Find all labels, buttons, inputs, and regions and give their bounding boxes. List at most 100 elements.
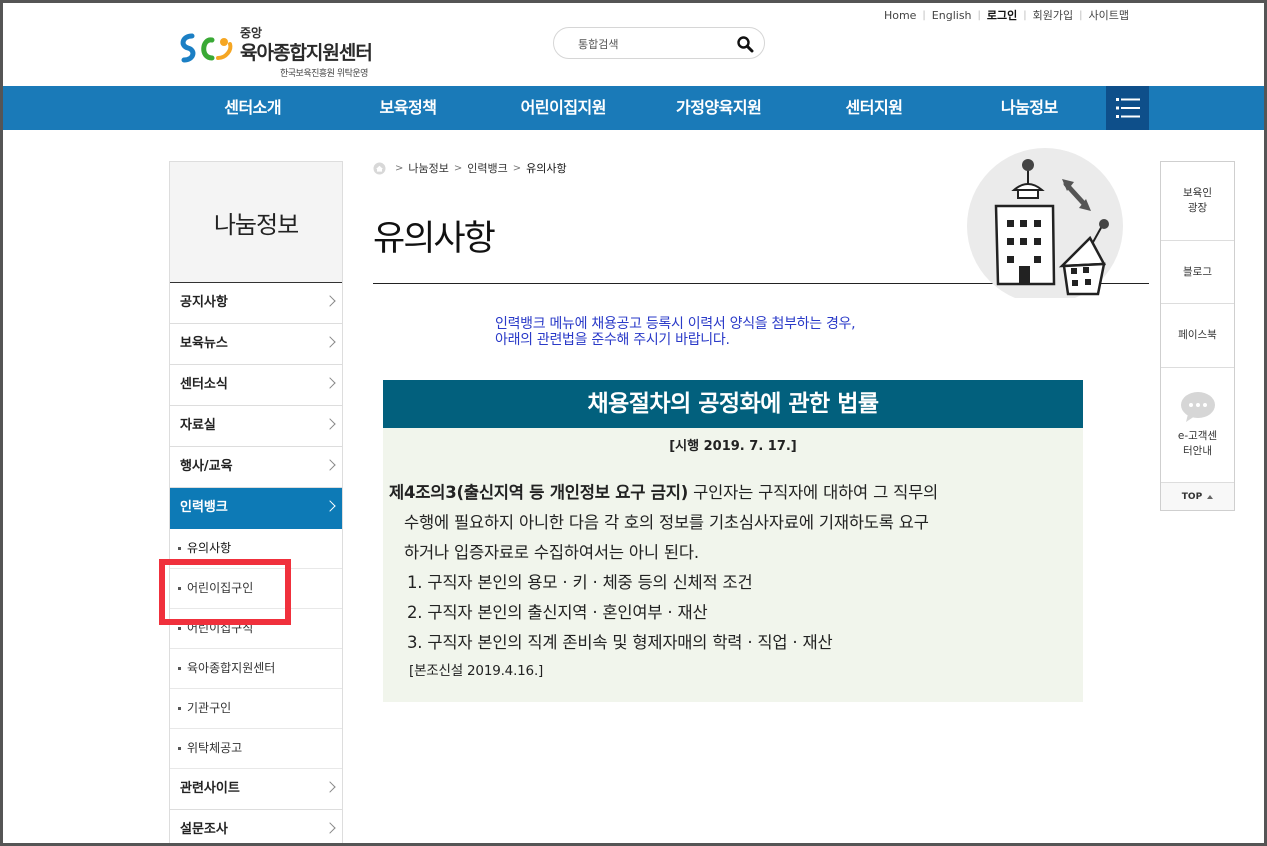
all-menu-button[interactable]	[1106, 86, 1149, 130]
lnb-sub-support-center[interactable]: 육아종합지원센터	[170, 649, 342, 689]
gnb-item-sharing-info[interactable]: 나눔정보	[952, 86, 1107, 130]
chevron-right-icon	[324, 336, 336, 348]
lnb-sub-label: 유의사항	[187, 541, 232, 555]
gnb-item-center-support[interactable]: 센터지원	[796, 86, 951, 130]
law-title: 채용절차의 공정화에 관한 법률	[383, 380, 1083, 428]
logo-sub-text: 한국보육진흥원 위탁운영	[280, 69, 368, 79]
intro-notice: 인력뱅크 메뉴에 채용공고 등록시 이력서 양식을 첨부하는 경우, 아래의 관…	[495, 316, 856, 348]
lnb-item-label: 행사/교육	[180, 459, 233, 474]
quick-childcare-plaza[interactable]: 보육인 광장	[1161, 162, 1234, 241]
breadcrumb-current: 유의사항	[526, 162, 567, 175]
gnb-item-childcare-policy[interactable]: 보육정책	[330, 86, 485, 130]
lnb-sub-consignment-notice[interactable]: 위탁체공고	[170, 729, 342, 769]
search-input[interactable]	[578, 35, 728, 53]
lnb-sub-label: 기관구인	[187, 701, 232, 715]
top-button[interactable]: TOP	[1161, 483, 1234, 510]
lnb-item-label: 자료실	[180, 418, 216, 433]
article-heading: 제4조의3(출신지역 등 개인정보 요구 금지)	[389, 483, 689, 502]
breadcrumb-separator: >	[453, 162, 463, 174]
home-icon[interactable]	[373, 162, 386, 175]
gnb-item-center-intro[interactable]: 센터소개	[175, 86, 330, 130]
quick-label: 블로그	[1183, 265, 1212, 278]
sitemap-link[interactable]: 사이트맵	[1083, 7, 1135, 23]
main-navigation: 센터소개 보육정책 어린이집지원 가정양육지원 센터지원 나눔정보	[3, 86, 1264, 130]
quick-customer-center[interactable]: e-고객센 터안내	[1161, 368, 1234, 483]
buildings-illustration-icon	[967, 148, 1123, 298]
breadcrumb-separator: >	[395, 162, 404, 174]
top-label: TOP	[1181, 491, 1203, 502]
utility-links: Home | English | 로그인 | 회원가입 | 사이트맵	[878, 7, 1135, 23]
logo-mark-icon	[180, 33, 233, 63]
chevron-right-icon	[324, 822, 336, 834]
quick-blog[interactable]: 블로그	[1161, 241, 1234, 304]
lnb-item-label: 보육뉴스	[180, 336, 228, 351]
bullet-icon	[178, 547, 181, 550]
lnb-sub-label: 육아종합지원센터	[187, 661, 276, 675]
search-box	[553, 27, 765, 59]
lnb-item-label: 관련사이트	[180, 781, 240, 796]
lnb-item-label: 센터소식	[180, 377, 228, 392]
article-first-line: 제4조의3(출신지역 등 개인정보 요구 금지) 구인자는 구직자에 대하여 그…	[389, 478, 1079, 508]
chevron-right-icon	[324, 459, 336, 471]
chevron-right-icon	[324, 377, 336, 389]
english-link[interactable]: English	[926, 9, 978, 22]
law-article: 제4조의3(출신지역 등 개인정보 요구 금지) 구인자는 구직자에 대하여 그…	[389, 478, 1079, 684]
breadcrumb-separator: >	[512, 162, 522, 174]
lnb-item-related-sites[interactable]: 관련사이트	[170, 769, 342, 810]
home-link[interactable]: Home	[878, 9, 922, 22]
highlight-box	[159, 559, 291, 625]
chevron-right-icon	[324, 500, 336, 512]
article-list-item: 1. 구직자 본인의 용모 · 키 · 체중 등의 신체적 조건	[407, 573, 753, 592]
lnb-item-label: 공지사항	[180, 295, 228, 310]
left-navigation: 나눔정보 공지사항 보육뉴스 센터소식 자료실 행사/교육 인력뱅크 유의사항 …	[169, 161, 343, 846]
logo-main-text: 육아종합지원센터	[240, 42, 373, 64]
article-note: [본조신설 2019.4.16.]	[409, 663, 544, 679]
signup-link[interactable]: 회원가입	[1027, 7, 1079, 23]
gnb-item-home-parenting[interactable]: 가정양육지원	[641, 86, 796, 130]
lnb-title: 나눔정보	[170, 161, 342, 283]
lnb-item-events[interactable]: 행사/교육	[170, 447, 342, 488]
login-link[interactable]: 로그인	[981, 7, 1023, 23]
article-text: 구인자는 구직자에 대하여 그 직무의	[688, 483, 939, 502]
breadcrumb-item[interactable]: 나눔정보	[408, 160, 448, 176]
lnb-sub-institution-offer[interactable]: 기관구인	[170, 689, 342, 729]
gnb-item-daycare-support[interactable]: 어린이집지원	[486, 86, 641, 130]
quick-label: 보육인	[1183, 187, 1212, 199]
quick-label: 페이스북	[1178, 329, 1217, 341]
bullet-icon	[178, 707, 181, 710]
chevron-right-icon	[324, 781, 336, 793]
lnb-item-center-news[interactable]: 센터소식	[170, 365, 342, 406]
law-effective-date: [시행 2019. 7. 17.]	[669, 439, 797, 454]
lnb-item-survey[interactable]: 설문조사	[170, 810, 342, 846]
lnb-item-notice[interactable]: 공지사항	[170, 283, 342, 324]
caret-up-icon	[1207, 494, 1214, 499]
intro-line: 인력뱅크 메뉴에 채용공고 등록시 이력서 양식을 첨부하는 경우,	[495, 316, 856, 332]
quick-label: 터안내	[1183, 445, 1212, 457]
breadcrumb: > 나눔정보 > 인력뱅크 > 유의사항	[373, 160, 567, 176]
lnb-item-childcare-news[interactable]: 보육뉴스	[170, 324, 342, 365]
intro-line: 아래의 관련법을 준수해 주시기 바랍니다.	[495, 332, 730, 348]
article-text: 하거나 입증자료로 수집하여서는 아니 된다.	[404, 543, 699, 562]
quick-label: e-고객센	[1177, 430, 1218, 442]
page-title: 유의사항	[373, 219, 496, 259]
quick-label: 광장	[1187, 202, 1208, 214]
lnb-item-archive[interactable]: 자료실	[170, 406, 342, 447]
article-list-item: 2. 구직자 본인의 출신지역 · 혼인여부 · 재산	[407, 603, 708, 622]
lnb-item-label: 설문조사	[180, 822, 228, 837]
breadcrumb-item[interactable]: 인력뱅크	[467, 160, 507, 176]
search-icon[interactable]	[736, 35, 754, 53]
site-logo[interactable]: 중앙 육아종합지원센터 한국보육진흥원 위탁운영	[178, 22, 388, 80]
bullet-icon	[178, 627, 181, 630]
bullet-icon	[178, 747, 181, 750]
chat-bubble-icon	[1180, 392, 1215, 422]
law-box: 채용절차의 공정화에 관한 법률 [시행 2019. 7. 17.] 제4조의3…	[383, 380, 1083, 702]
lnb-sub-label: 위탁체공고	[187, 741, 243, 755]
article-list-item: 3. 구직자 본인의 직계 존비속 및 형제자매의 학력 · 직업 · 재산	[407, 633, 833, 652]
bullet-icon	[178, 667, 181, 670]
lnb-item-talent-bank[interactable]: 인력뱅크	[170, 488, 342, 529]
lnb-item-label: 인력뱅크	[180, 500, 228, 515]
quick-facebook[interactable]: 페이스북	[1161, 304, 1234, 368]
chevron-right-icon	[324, 295, 336, 307]
quick-menu: 보육인 광장 블로그 페이스북 e-고객센 터안내 TOP	[1160, 161, 1235, 511]
article-text: 수행에 필요하지 아니한 다음 각 호의 정보를 기초심사자료에 기재하도록 요…	[404, 513, 929, 532]
